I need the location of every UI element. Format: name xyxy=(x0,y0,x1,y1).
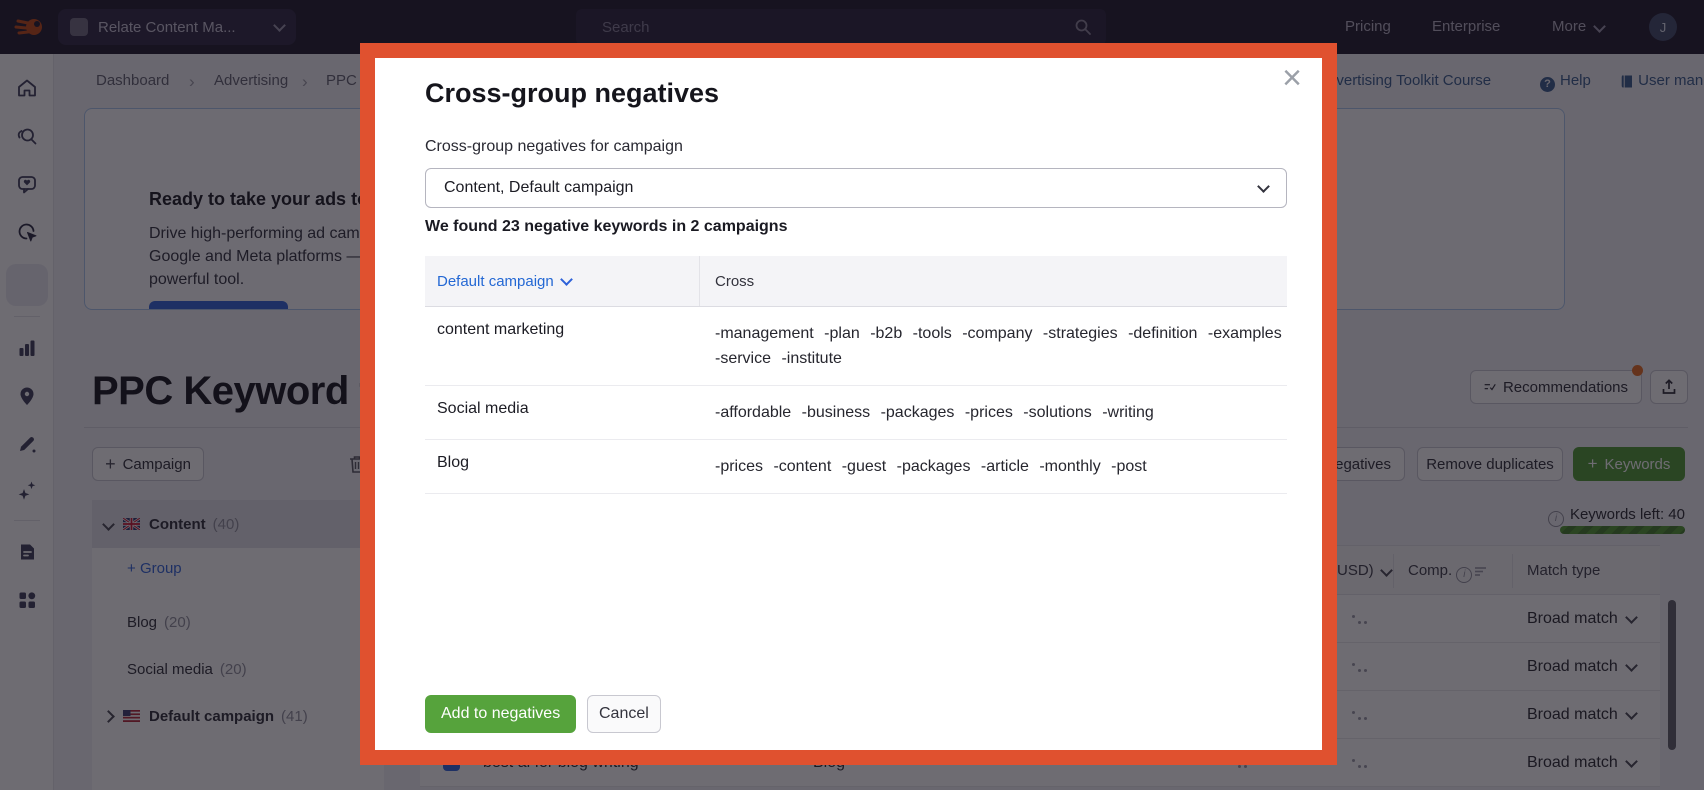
cross-keywords-cell: -prices -content -guest -packages -artic… xyxy=(715,458,1147,475)
group-cell: Blog xyxy=(437,454,470,471)
app-window: Relate Content Ma... Pricing Enterprise … xyxy=(0,0,1704,790)
column-cross: Cross xyxy=(715,272,755,290)
group-cell: content marketing xyxy=(437,321,565,338)
negatives-row: Blog -prices -content -guest -packages -… xyxy=(425,440,1287,494)
group-cell: Social media xyxy=(437,400,529,417)
cross-group-negatives-modal: Cross-group negatives × Cross-group nega… xyxy=(375,58,1322,750)
negatives-row: Social media -affordable -business -pack… xyxy=(425,386,1287,440)
campaign-select-value: Content, Default campaign xyxy=(444,179,634,196)
campaign-select[interactable]: Content, Default campaign xyxy=(425,168,1287,208)
group-column-label: Default campaign xyxy=(437,272,554,290)
modal-highlight-frame: Cross-group negatives × Cross-group nega… xyxy=(360,43,1337,765)
cross-keywords-cell: -affordable -business -packages -prices … xyxy=(715,404,1154,421)
negatives-table: Default campaign Cross content marketing… xyxy=(425,256,1287,494)
negatives-table-header: Default campaign Cross xyxy=(425,256,1287,307)
close-icon[interactable]: × xyxy=(1274,60,1310,96)
chevron-down-icon xyxy=(1257,180,1270,193)
modal-title: Cross-group negatives xyxy=(425,78,720,108)
campaign-select-label: Cross-group negatives for campaign xyxy=(425,138,683,155)
add-to-negatives-button[interactable]: Add to negatives xyxy=(425,695,577,733)
column-group-dropdown[interactable]: Default campaign xyxy=(425,256,700,306)
negatives-row: content marketing -management -plan -b2b… xyxy=(425,307,1287,386)
cancel-button[interactable]: Cancel xyxy=(587,695,661,733)
chevron-down-icon xyxy=(559,273,573,286)
found-summary: We found 23 negative keywords in 2 campa… xyxy=(425,218,788,235)
cross-keywords-cell: -management -plan -b2b -tools -company -… xyxy=(715,325,1293,367)
